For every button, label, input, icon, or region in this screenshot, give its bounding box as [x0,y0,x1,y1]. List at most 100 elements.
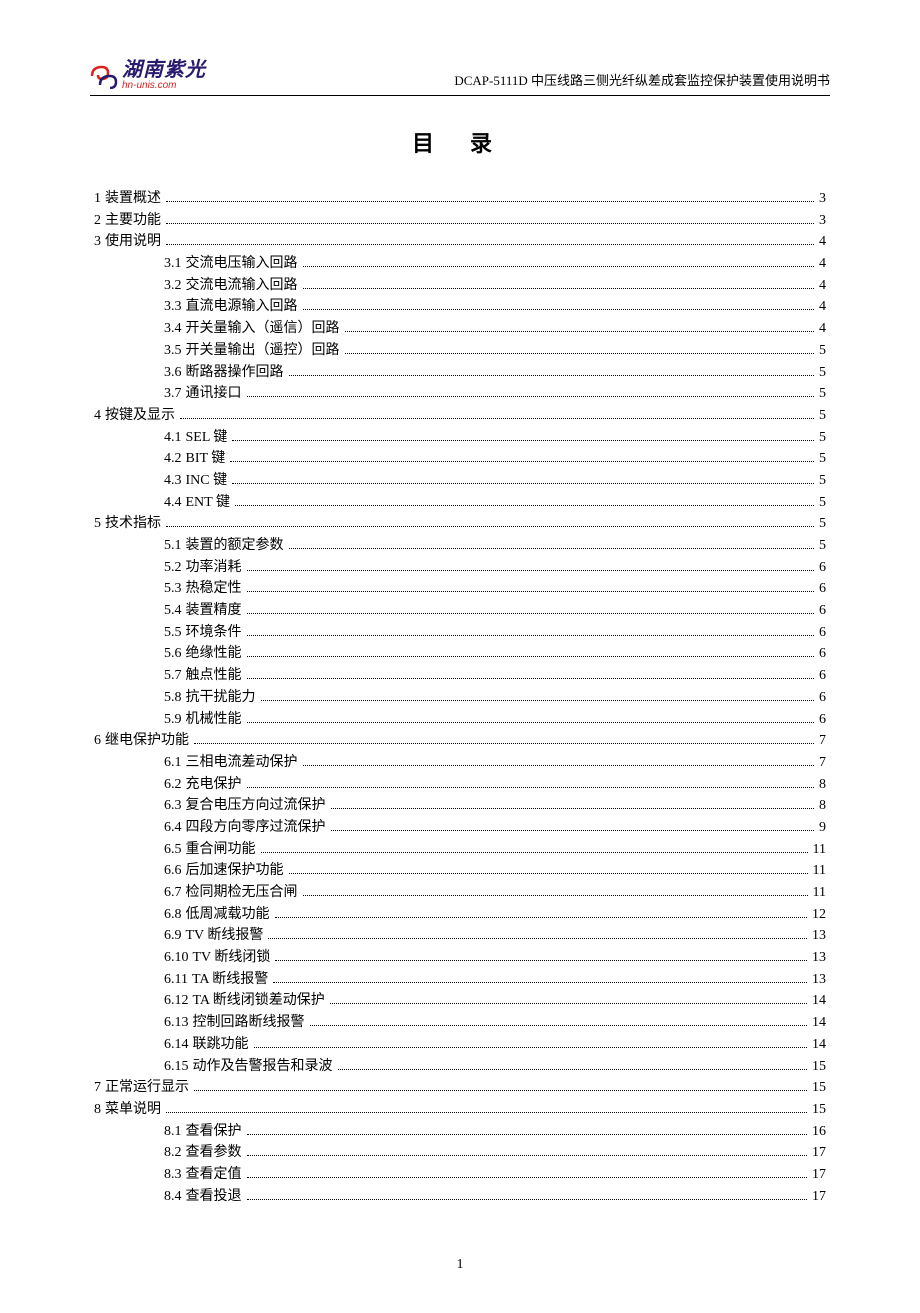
toc-entry[interactable]: 8.3查看定值17 [94,1164,826,1186]
toc-entry-page: 13 [810,947,826,969]
toc-entry-number: 6.10 [164,947,189,969]
toc-entry[interactable]: 3.6断路器操作回路5 [94,362,826,384]
toc-entry-label: INC 键 [186,470,228,492]
toc-leader-dots [232,483,814,484]
toc-entry-number: 2 [94,210,101,232]
toc-entry-page: 7 [817,752,826,774]
toc-leader-dots [247,570,815,571]
toc-entry-label: 检同期检无压合闸 [186,882,298,904]
toc-leader-dots [303,266,815,267]
toc-entry-number: 4.4 [164,492,182,514]
toc-entry[interactable]: 6.7检同期检无压合闸11 [94,882,826,904]
toc-entry-page: 14 [810,1034,826,1056]
toc-entry-page: 5 [817,383,826,405]
toc-entry[interactable]: 2主要功能3 [94,210,826,232]
toc-entry[interactable]: 6.6后加速保护功能11 [94,860,826,882]
toc-entry-page: 17 [810,1186,826,1208]
toc-entry[interactable]: 5.7触点性能6 [94,665,826,687]
toc-entry[interactable]: 4.1SEL 键5 [94,427,826,449]
toc-entry[interactable]: 6.13控制回路断线报警14 [94,1012,826,1034]
toc-leader-dots [247,396,815,397]
toc-entry[interactable]: 6.3复合电压方向过流保护8 [94,795,826,817]
toc-entry[interactable]: 6.9TV 断线报警13 [94,925,826,947]
toc-entry[interactable]: 6.10TV 断线闭锁13 [94,947,826,969]
toc-entry-number: 3.6 [164,362,182,384]
toc-entry[interactable]: 8.1查看保护16 [94,1121,826,1143]
toc-entry[interactable]: 6.14联跳功能 14 [94,1034,826,1056]
toc-entry[interactable]: 5.2功率消耗6 [94,557,826,579]
toc-entry-number: 6.14 [164,1034,189,1056]
toc-entry[interactable]: 8菜单说明15 [94,1099,826,1121]
toc-entry-page: 7 [817,730,826,752]
toc-entry[interactable]: 6.5重合闸功能11 [94,839,826,861]
toc-entry-number: 4 [94,405,101,427]
toc-entry[interactable]: 3.4开关量输入（遥信）回路4 [94,318,826,340]
toc-entry[interactable]: 5.3热稳定性6 [94,578,826,600]
toc-entry[interactable]: 5.4装置精度6 [94,600,826,622]
toc-entry[interactable]: 8.2查看参数17 [94,1142,826,1164]
toc-leader-dots [247,1134,808,1135]
toc-entry-page: 6 [817,643,826,665]
toc-entry[interactable]: 6.2充电保护8 [94,774,826,796]
toc-entry-page: 9 [817,817,826,839]
toc-leader-dots [194,1090,807,1091]
toc-entry-number: 6 [94,730,101,752]
toc-entry[interactable]: 4.4ENT 键5 [94,492,826,514]
toc-entry[interactable]: 4.2BIT 键5 [94,448,826,470]
toc-entry[interactable]: 5技术指标5 [94,513,826,535]
toc-entry[interactable]: 6.4四段方向零序过流保护9 [94,817,826,839]
toc-entry-page: 3 [817,210,826,232]
logo-url: hn-unis.com [122,81,206,91]
toc-entry[interactable]: 6.8低周减载功能12 [94,904,826,926]
toc-entry-label: SEL 键 [186,427,228,449]
toc-entry[interactable]: 7正常运行显示15 [94,1077,826,1099]
toc-leader-dots [247,787,815,788]
toc-entry[interactable]: 6.1三相电流差动保护7 [94,752,826,774]
toc-entry[interactable]: 4.3INC 键5 [94,470,826,492]
toc-entry[interactable]: 6继电保护功能7 [94,730,826,752]
toc-entry-page: 3 [817,188,826,210]
toc-entry-number: 6.4 [164,817,182,839]
toc-entry[interactable]: 3.2交流电流输入回路4 [94,275,826,297]
toc-leader-dots [289,873,808,874]
toc-entry[interactable]: 3使用说明4 [94,231,826,253]
toc-entry-label: BIT 键 [186,448,226,470]
toc-entry[interactable]: 6.12TA 断线闭锁差动保护14 [94,990,826,1012]
toc-entry[interactable]: 5.6绝缘性能6 [94,643,826,665]
toc-entry-page: 17 [810,1164,826,1186]
toc-leader-dots [310,1025,808,1026]
toc-entry-page: 14 [810,990,826,1012]
toc-entry[interactable]: 3.5开关量输出（遥控）回路5 [94,340,826,362]
toc-entry[interactable]: 6.15动作及告警报告和录波15 [94,1056,826,1078]
toc-entry[interactable]: 3.7通讯接口5 [94,383,826,405]
toc-entry-label: 查看投退 [186,1186,242,1208]
toc-entry-label: 联跳功能 [193,1034,249,1056]
toc-entry[interactable]: 8.4查看投退17 [94,1186,826,1208]
toc-entry[interactable]: 5.9机械性能6 [94,709,826,731]
toc-entry-label: ENT 键 [186,492,230,514]
toc-entry-label: 使用说明 [105,231,161,253]
toc-entry[interactable]: 1装置概述3 [94,188,826,210]
toc-entry-label: 查看定值 [186,1164,242,1186]
toc-entry[interactable]: 3.1交流电压输入回路4 [94,253,826,275]
toc-entry-label: 绝缘性能 [186,643,242,665]
toc-entry-label: 三相电流差动保护 [186,752,298,774]
toc-entry-page: 5 [817,340,826,362]
toc-entry[interactable]: 5.5环境条件6 [94,622,826,644]
toc-entry-number: 5.3 [164,578,182,600]
toc-leader-dots [303,309,815,310]
toc-entry-label: TV 断线报警 [186,925,264,947]
logo-mark-icon [90,63,120,89]
toc-leader-dots [247,591,815,592]
toc-leader-dots [232,440,814,441]
toc-entry-number: 5.4 [164,600,182,622]
toc-entry[interactable]: 5.1装置的额定参数5 [94,535,826,557]
toc-entry-page: 5 [817,362,826,384]
toc-entry[interactable]: 3.3直流电源输入回路4 [94,296,826,318]
toc-entry[interactable]: 6.11TA 断线报警13 [94,969,826,991]
toc-entry[interactable]: 5.8抗干扰能力6 [94,687,826,709]
toc-entry-page: 15 [810,1099,826,1121]
toc-entry-label: 触点性能 [186,665,242,687]
toc-entry-number: 3.3 [164,296,182,318]
toc-entry[interactable]: 4按键及显示5 [94,405,826,427]
